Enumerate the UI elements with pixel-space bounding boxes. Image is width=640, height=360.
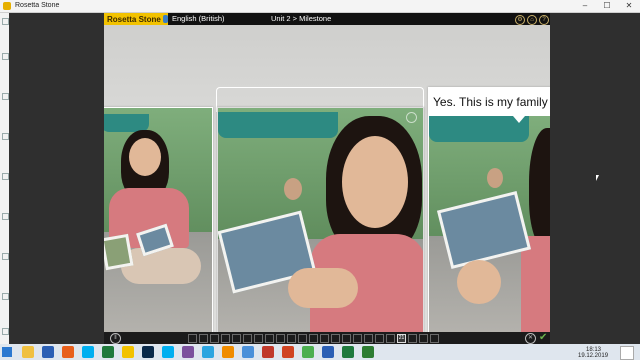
desktop-icon[interactable] xyxy=(2,133,9,140)
held-photo xyxy=(104,233,134,271)
word-icon[interactable] xyxy=(322,346,334,358)
settings-icon[interactable]: ⚙ xyxy=(515,15,525,25)
lesson-stage: Yes. This is my family xyxy=(104,25,550,335)
page-indicator-box[interactable] xyxy=(386,334,395,343)
current-page-indicator[interactable]: 21 xyxy=(397,334,406,343)
photo-area xyxy=(429,116,550,334)
page-indicator-box[interactable] xyxy=(331,334,340,343)
page-indicator-box[interactable] xyxy=(364,334,373,343)
word-icon[interactable] xyxy=(42,346,54,358)
taskbar: 18:13 19.12.2019 xyxy=(0,344,640,360)
page-indicator-box[interactable] xyxy=(221,334,230,343)
image-card-left[interactable] xyxy=(104,107,213,335)
notification-icon[interactable] xyxy=(620,346,634,360)
woman-hand xyxy=(457,260,501,304)
mouse-cursor xyxy=(596,175,599,181)
page-indicator-box[interactable] xyxy=(243,334,252,343)
page-indicator-box[interactable] xyxy=(320,334,329,343)
page-indicator-box[interactable] xyxy=(298,334,307,343)
network-icon[interactable] xyxy=(242,346,254,358)
page-indicator-box[interactable] xyxy=(353,334,362,343)
desktop-icon[interactable] xyxy=(2,328,9,335)
acrobat-icon[interactable] xyxy=(262,346,274,358)
rosetta-icon[interactable] xyxy=(122,346,134,358)
skype-icon[interactable] xyxy=(82,346,94,358)
window-titlebar: Rosetta Stone – ☐ ✕ xyxy=(0,0,640,13)
breadcrumb: Unit 2 > Milestone xyxy=(271,14,332,23)
page-indicator-box[interactable] xyxy=(430,334,439,343)
page-indicator-box[interactable] xyxy=(342,334,351,343)
pause-icon[interactable]: ‖ xyxy=(110,333,121,344)
rosetta-app: Rosetta Stone English (British) Unit 2 >… xyxy=(104,13,550,344)
card-corner-icon[interactable] xyxy=(406,112,417,123)
close-icon[interactable]: ✕ xyxy=(525,333,536,344)
desktop-left-strip xyxy=(0,13,9,344)
page-indicator-box[interactable] xyxy=(199,334,208,343)
desktop-icon[interactable] xyxy=(2,173,9,180)
minimize-button[interactable]: – xyxy=(574,0,596,12)
woman-face xyxy=(129,138,161,176)
page-indicator-box[interactable] xyxy=(188,334,197,343)
chrome-icon[interactable] xyxy=(302,346,314,358)
notes-icon[interactable] xyxy=(342,346,354,358)
background-person xyxy=(487,168,503,188)
file-explorer-icon[interactable] xyxy=(22,346,34,358)
desktop-icon[interactable] xyxy=(2,18,9,25)
desktop-icon[interactable] xyxy=(2,93,9,100)
rosetta-icon[interactable] xyxy=(362,346,374,358)
page-indicator-box[interactable] xyxy=(287,334,296,343)
powerpoint-icon[interactable] xyxy=(282,346,294,358)
caption-box: Yes. This is my family xyxy=(429,88,550,116)
maximize-button[interactable]: ☐ xyxy=(596,0,618,12)
viber-icon[interactable] xyxy=(182,346,194,358)
rosetta-logo: Rosetta Stone xyxy=(104,13,168,25)
desktop-icon[interactable] xyxy=(2,253,9,260)
rosetta-stone-app-icon xyxy=(3,2,11,10)
skype-icon[interactable] xyxy=(162,346,174,358)
desktop-icon[interactable] xyxy=(2,213,9,220)
lesson-footer: ‖ 21 ✕ ✔ xyxy=(104,332,550,344)
close-window-button[interactable]: ✕ xyxy=(618,0,640,12)
excel-icon[interactable] xyxy=(102,346,114,358)
home-icon[interactable]: ⌂ xyxy=(527,15,537,25)
window-title: Rosetta Stone xyxy=(15,2,60,9)
page-indicator-box[interactable] xyxy=(276,334,285,343)
woman-legs xyxy=(121,248,201,284)
firefox-icon[interactable] xyxy=(62,346,74,358)
image-card-right[interactable]: Yes. This is my family xyxy=(428,87,550,335)
woman-hand xyxy=(288,268,358,308)
page-indicator-box[interactable] xyxy=(419,334,428,343)
taskbar-date[interactable]: 19.12.2019 xyxy=(578,353,608,359)
page-indicator-box[interactable] xyxy=(309,334,318,343)
logo-text: Rosetta Stone xyxy=(107,14,161,24)
page-indicator-box[interactable] xyxy=(408,334,417,343)
start-button[interactable] xyxy=(2,347,12,357)
help-icon[interactable]: ? xyxy=(539,15,549,25)
course-language[interactable]: English (British) xyxy=(172,14,225,24)
background-person xyxy=(284,178,302,200)
check-icon[interactable]: ✔ xyxy=(539,332,547,344)
image-card-center[interactable] xyxy=(217,107,424,335)
page-indicator-box[interactable] xyxy=(254,334,263,343)
logo-mark-icon xyxy=(162,15,168,23)
telegram-icon[interactable] xyxy=(202,346,214,358)
photo-canopy xyxy=(218,112,338,138)
page-indicator-box[interactable] xyxy=(265,334,274,343)
desktop-icon[interactable] xyxy=(2,53,9,60)
app-header: Rosetta Stone English (British) Unit 2 >… xyxy=(104,13,550,25)
caption-notch xyxy=(513,116,525,123)
woman-shirt xyxy=(521,236,550,334)
vlc-icon[interactable] xyxy=(222,346,234,358)
woman-face xyxy=(342,136,408,228)
page-indicator-box[interactable] xyxy=(232,334,241,343)
desktop-icon[interactable] xyxy=(2,293,9,300)
caption-text: Yes. This is my family xyxy=(433,95,548,109)
photoshop-icon[interactable] xyxy=(142,346,154,358)
page-indicator-box[interactable] xyxy=(210,334,219,343)
page-indicator-box[interactable] xyxy=(375,334,384,343)
